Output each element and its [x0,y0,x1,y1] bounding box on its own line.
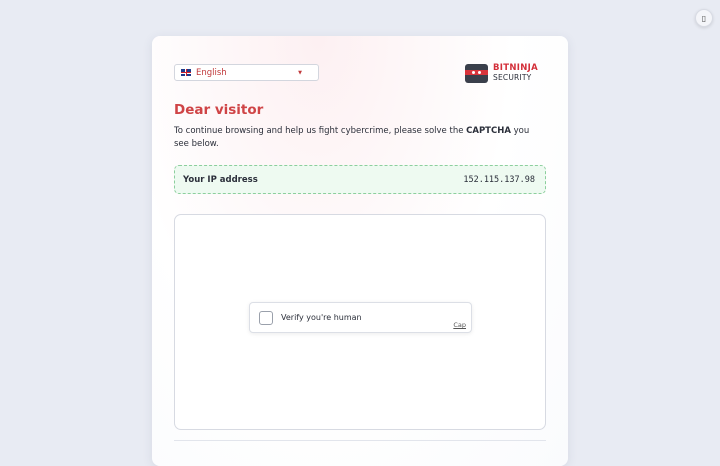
verify-checkbox[interactable] [259,311,273,325]
logo-brand-text: BITNINJA [493,63,538,73]
captcha-widget[interactable]: Verify you're human Cap [249,302,472,333]
language-select-value: English [196,67,227,78]
corner-menu-button[interactable]: ▯ [695,9,713,27]
captcha-brand-link[interactable]: Cap [453,321,466,329]
divider [174,440,546,441]
intro-text: To continue browsing and help us fight c… [174,126,530,149]
bitninja-logo: BITNINJA SECURITY [465,63,538,83]
ip-address-box: Your IP address 152.115.137.98 [174,165,546,194]
challenge-card: English ▼ BITNINJA SECURITY Dear visitor… [152,36,568,466]
info-icon: ▯ [701,13,707,23]
ninja-logo-icon [465,63,488,83]
ip-address-label: Your IP address [183,174,258,185]
page-title: Dear visitor [174,102,264,118]
language-select[interactable]: English ▼ [174,64,319,81]
chevron-down-icon: ▼ [298,69,302,76]
captcha-emphasis: CAPTCHA [466,126,511,136]
ip-address-value: 152.115.137.98 [463,174,535,185]
verify-label: Verify you're human [281,313,362,322]
logo-subtitle-text: SECURITY [493,73,532,82]
uk-flag-icon [181,69,191,76]
captcha-frame: Verify you're human Cap [174,214,546,430]
